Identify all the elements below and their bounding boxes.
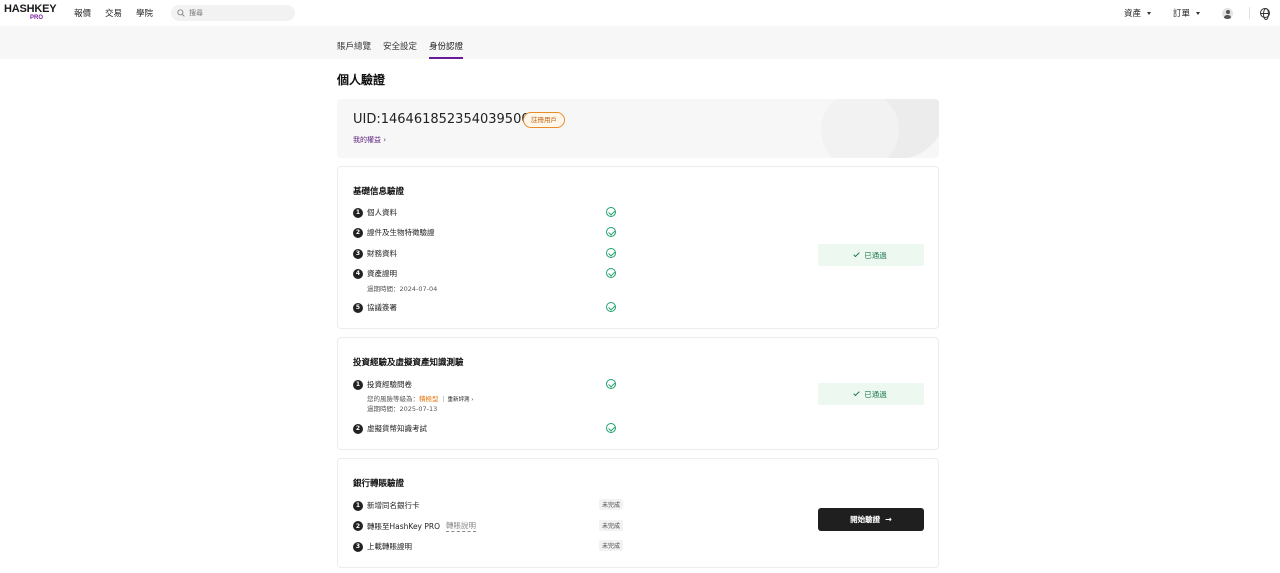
search-box[interactable] <box>171 5 296 21</box>
logo-main-text: HASHKEY <box>4 3 57 15</box>
check-circle-icon <box>606 379 616 389</box>
step-number: 3 <box>353 541 363 552</box>
nav-academy[interactable]: 學院 <box>136 7 153 19</box>
list-item: 3 上載轉賬證明 <box>353 541 412 552</box>
step-label: 個人資料 <box>367 208 397 217</box>
check-circle-icon <box>606 227 616 237</box>
decorative-circle <box>821 99 899 158</box>
list-item: 3 財務資料 <box>353 248 397 259</box>
transfer-instructions-link[interactable]: 轉賬說明 <box>446 520 477 532</box>
step-number: 4 <box>353 268 363 279</box>
check-circle-icon <box>606 268 616 278</box>
search-icon <box>177 9 185 17</box>
list-item: 5 協議簽署 <box>353 302 397 313</box>
retest-link[interactable]: 重新評測 › <box>448 397 474 403</box>
basic-info-title: 基礎信息驗證 <box>353 187 405 197</box>
page-title: 個人驗證 <box>337 73 386 87</box>
step-label: 投資經驗問卷 <box>367 380 412 389</box>
step-number: 1 <box>353 379 363 390</box>
step-number: 2 <box>353 521 363 531</box>
list-item: 1 個人資料 <box>353 207 397 218</box>
step-number: 5 <box>353 302 363 313</box>
list-item: 2 證件及生物特徵驗證 <box>353 227 435 238</box>
chevron-right-icon: › <box>383 136 387 144</box>
check-circle-icon <box>606 423 616 433</box>
my-rights-link[interactable]: 我的權益 › <box>353 135 386 145</box>
status-badge: 未完成 <box>599 499 624 510</box>
step-number: 1 <box>353 500 363 511</box>
nav-quotes[interactable]: 報價 <box>74 7 91 19</box>
right-navigation: 資產 訂單 <box>1124 0 1270 26</box>
investment-knowledge-card: 投資經驗及虛擬資產知識測驗 1 投資經驗問卷 您的風險等級為：積極型 重新評測 ›… <box>337 337 939 450</box>
step-label: 轉賬至HashKey PRO <box>367 521 441 531</box>
step-number: 2 <box>353 423 363 434</box>
list-item: 1 投資經驗問卷 <box>353 379 412 390</box>
basic-info-card: 基礎信息驗證 1 個人資料 2 證件及生物特徵驗證 3 財務資料 4 資產證明 … <box>337 166 939 329</box>
status-badge: 已通過 <box>818 244 924 266</box>
list-item: 2 虛擬貨幣知識考試 <box>353 423 427 434</box>
retest-label: 重新評測 <box>447 397 470 403</box>
globe-icon[interactable] <box>1260 8 1270 20</box>
status-label: 已通過 <box>864 389 887 399</box>
risk-level-prefix: 您的風險等級為： <box>367 395 419 403</box>
divider <box>442 396 444 402</box>
chevron-right-icon: › <box>471 397 474 403</box>
status-badge: 未完成 <box>599 520 624 531</box>
status-badge: 已通過 <box>818 383 924 405</box>
uid-text: UID:1464618523540395008 <box>353 112 538 127</box>
expiry-text: 過期時間：2025-07-13 <box>367 405 438 413</box>
risk-level-value: 積極型 <box>419 395 439 403</box>
step-label: 財務資料 <box>367 249 397 258</box>
step-label: 證件及生物特徵驗證 <box>367 228 435 237</box>
assets-label: 資產 <box>1123 9 1141 19</box>
arrow-right-icon: → <box>885 515 892 524</box>
orders-label: 訂單 <box>1172 9 1190 19</box>
expiry-text: 過期時間：2024-07-04 <box>367 285 438 293</box>
step-label: 上載轉賬證明 <box>367 542 412 551</box>
check-circle-icon <box>606 248 616 258</box>
uid-card: UID:1464618523540395008 註冊用戶 我的權益 › <box>337 99 939 158</box>
account-tab-bar: 賬戶總覽 安全設定 身份認證 <box>0 26 1280 59</box>
check-icon <box>853 389 860 397</box>
step-number: 2 <box>353 227 363 238</box>
tab-security-settings[interactable]: 安全設定 <box>383 40 417 59</box>
list-item: 4 資產證明 <box>353 268 397 279</box>
top-navigation-bar: HASHKEY PRO 報價 交易 學院 資產 訂單 <box>0 0 1280 26</box>
tab-account-overview[interactable]: 賬戶總覽 <box>337 40 371 59</box>
avatar-icon[interactable] <box>1222 7 1233 19</box>
check-circle-icon <box>606 207 616 217</box>
search-input[interactable] <box>189 9 290 17</box>
list-item: 2 轉賬至HashKey PRO 轉賬說明 <box>353 520 477 532</box>
chevron-down-icon <box>1146 11 1151 15</box>
tab-identity-verification[interactable]: 身份認證 <box>429 40 464 59</box>
status-badge: 未完成 <box>599 540 624 551</box>
logo-sub-text: PRO <box>30 15 44 21</box>
list-item: 1 新增同名銀行卡 <box>353 500 420 511</box>
risk-level-line: 您的風險等級為：積極型 重新評測 › <box>367 393 473 403</box>
assets-menu[interactable]: 資產 <box>1124 7 1151 19</box>
status-label: 已通過 <box>864 250 887 260</box>
nav-trade[interactable]: 交易 <box>105 7 122 19</box>
divider <box>1249 7 1250 19</box>
user-level-badge: 註冊用戶 <box>523 112 565 128</box>
check-icon <box>853 250 860 258</box>
step-label: 新增同名銀行卡 <box>367 501 420 510</box>
step-number: 1 <box>353 207 363 218</box>
hashkey-pro-logo[interactable]: HASHKEY PRO <box>4 2 60 24</box>
start-verification-button[interactable]: 開始驗證 → <box>818 508 924 531</box>
step-label: 資產證明 <box>367 269 397 278</box>
bank-transfer-card: 銀行轉賬驗證 1 新增同名銀行卡 未完成 2 轉賬至HashKey PRO 轉賬… <box>337 458 939 568</box>
check-circle-icon <box>606 302 616 312</box>
bank-transfer-title: 銀行轉賬驗證 <box>353 479 405 489</box>
start-verification-label: 開始驗證 <box>850 515 881 524</box>
step-label: 協議簽署 <box>367 303 397 312</box>
orders-menu[interactable]: 訂單 <box>1173 7 1200 19</box>
my-rights-label: 我的權益 <box>353 136 381 144</box>
chevron-down-icon <box>1196 11 1200 15</box>
step-number: 3 <box>353 248 363 259</box>
step-label: 虛擬貨幣知識考試 <box>367 424 427 433</box>
investment-title: 投資經驗及虛擬資產知識測驗 <box>353 358 464 368</box>
